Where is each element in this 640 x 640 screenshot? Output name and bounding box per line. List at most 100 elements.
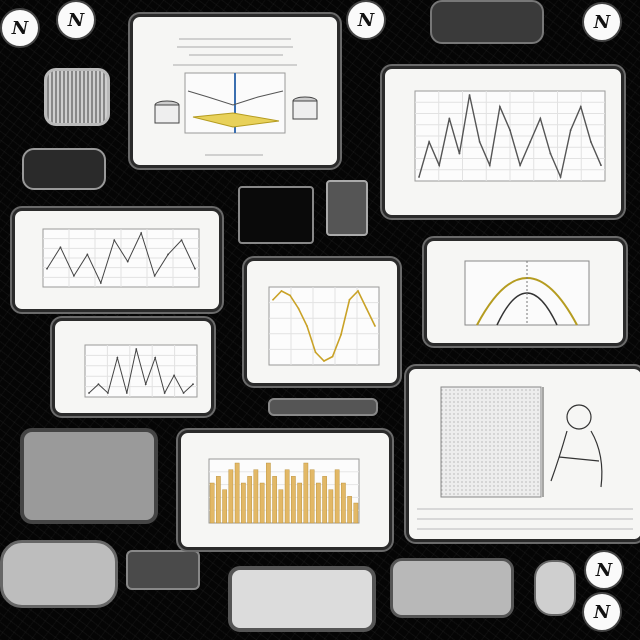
data-point xyxy=(438,164,441,167)
data-point xyxy=(182,392,185,394)
logo-badge: N xyxy=(0,8,40,48)
badge-letter: N xyxy=(67,9,85,31)
device-board xyxy=(126,550,200,590)
data-point xyxy=(116,356,119,359)
data-point xyxy=(280,290,283,292)
bar xyxy=(353,502,359,524)
big-line-svg xyxy=(414,90,606,182)
badge-letter: N xyxy=(595,559,613,581)
data-point xyxy=(488,164,491,167)
yellow-curve-panel xyxy=(244,258,400,386)
bar xyxy=(347,496,352,524)
data-point xyxy=(107,392,109,394)
data-point xyxy=(458,152,461,155)
data-point xyxy=(86,253,89,256)
device-scanner xyxy=(390,558,514,618)
data-point xyxy=(153,274,156,277)
small-line-svg xyxy=(84,344,198,398)
data-point xyxy=(448,117,451,120)
data-point xyxy=(154,356,157,359)
data-point xyxy=(539,117,542,120)
bar xyxy=(291,476,296,524)
device-printer xyxy=(228,566,376,632)
data-point xyxy=(468,94,471,96)
bar xyxy=(303,462,309,524)
data-point xyxy=(88,392,90,394)
bar xyxy=(297,482,302,524)
bar xyxy=(278,489,284,524)
data-point xyxy=(272,298,274,301)
bar xyxy=(322,476,327,524)
data-point xyxy=(519,164,522,167)
pot-icon xyxy=(292,96,318,120)
data-point xyxy=(59,246,62,249)
data-point xyxy=(306,325,308,327)
figure-sketch xyxy=(550,404,603,488)
data-point xyxy=(600,164,602,167)
data-point xyxy=(135,348,138,350)
table-sketch-panel xyxy=(406,366,640,542)
data-point xyxy=(549,152,552,155)
badge-letter: N xyxy=(11,17,29,39)
device-top xyxy=(430,0,544,44)
pitch-chart-panel xyxy=(12,208,222,312)
data-point xyxy=(428,140,431,143)
bar xyxy=(247,476,252,524)
data-point xyxy=(126,260,129,263)
data-point xyxy=(365,307,368,310)
data-point xyxy=(418,176,420,178)
bar xyxy=(309,469,315,524)
data-point xyxy=(297,307,300,310)
data-point xyxy=(340,333,342,336)
bar xyxy=(216,476,221,524)
data-point xyxy=(144,383,147,386)
bar xyxy=(328,489,334,524)
data-point xyxy=(314,351,317,354)
data-point xyxy=(180,239,183,242)
bar xyxy=(341,482,346,524)
bar xyxy=(209,482,215,524)
badge-letter: N xyxy=(593,601,611,623)
bar-chart-panel xyxy=(178,430,392,550)
data-point xyxy=(348,298,351,301)
data-point xyxy=(99,282,102,284)
bar xyxy=(316,482,321,524)
data-point xyxy=(73,274,75,277)
data-point xyxy=(289,294,291,297)
plot-area xyxy=(84,344,198,398)
data-point xyxy=(579,105,582,108)
data-point xyxy=(498,105,501,108)
data-point xyxy=(46,267,48,270)
table-sketch-svg xyxy=(417,386,633,530)
data-point xyxy=(173,374,175,377)
arch-diagram-panel xyxy=(424,238,626,346)
device-screen xyxy=(238,186,314,244)
pot-icon xyxy=(154,100,180,124)
device-card xyxy=(326,180,368,236)
data-point xyxy=(357,290,359,292)
data-point xyxy=(478,140,481,143)
bar xyxy=(222,489,227,524)
bar xyxy=(266,462,271,524)
bar xyxy=(253,469,259,524)
data-point xyxy=(559,176,562,178)
data-point xyxy=(331,355,334,358)
data-point xyxy=(509,129,511,132)
bar xyxy=(284,469,290,524)
data-point xyxy=(167,253,169,256)
logo-badge: N xyxy=(56,0,96,40)
logo-badge: N xyxy=(584,550,624,590)
data-point xyxy=(97,383,100,386)
data-point xyxy=(569,129,572,132)
device-mouse xyxy=(534,560,576,616)
diagram-svg xyxy=(154,38,318,156)
pitch-chart-svg xyxy=(42,228,200,288)
logo-badge: N xyxy=(582,592,622,632)
bar xyxy=(234,462,240,524)
bar-chart-svg xyxy=(208,458,360,524)
badge-letter: N xyxy=(593,11,611,33)
small-line-panel xyxy=(52,318,214,416)
device-console xyxy=(0,540,118,608)
bar xyxy=(259,482,265,524)
badge-letter: N xyxy=(357,9,375,31)
